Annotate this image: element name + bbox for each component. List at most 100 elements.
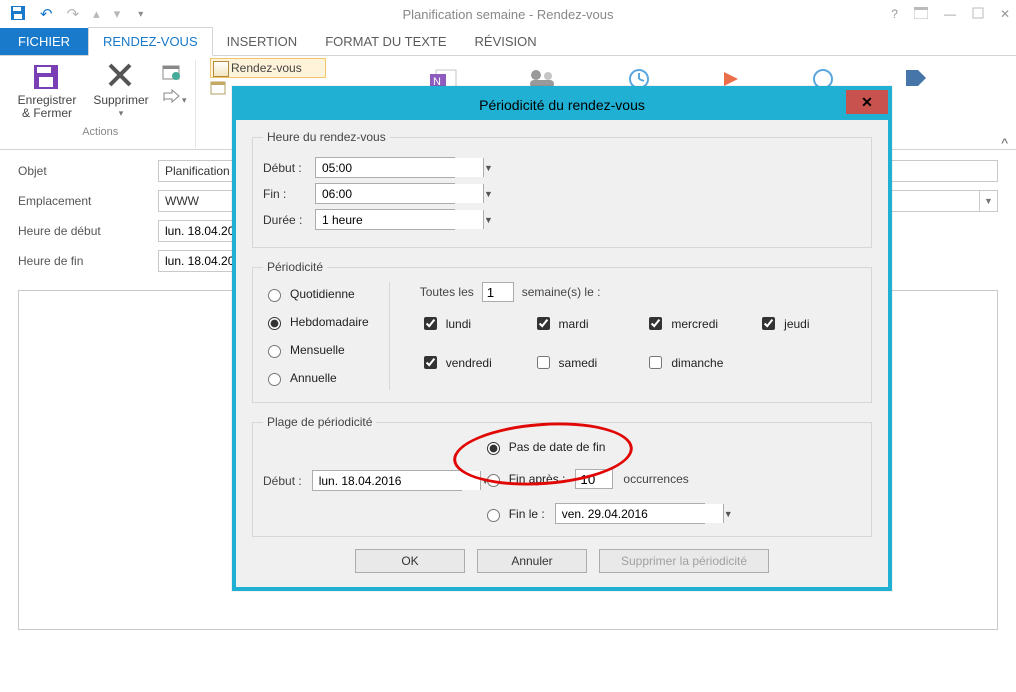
start-time-combo[interactable]: ▼	[315, 157, 455, 178]
ok-button[interactable]: OK	[355, 549, 465, 573]
pattern-legend: Périodicité	[263, 260, 327, 274]
location-label: Emplacement	[18, 194, 158, 208]
down-arrow-icon[interactable]: ▾	[114, 6, 121, 22]
cb-friday[interactable]: vendredi	[420, 353, 523, 372]
appointment-subtab[interactable]: Rendez-vous	[210, 58, 326, 78]
start-time-value[interactable]	[316, 158, 483, 177]
cb-thursday-label: jeudi	[784, 317, 809, 331]
subject-label: Objet	[18, 164, 158, 178]
occurrences-lbl: occurrences	[623, 472, 688, 486]
range-start-lbl: Début :	[263, 474, 302, 488]
cb-sunday-label: dimanche	[671, 356, 723, 370]
radio-daily[interactable]: Quotidienne	[263, 286, 369, 302]
help-icon[interactable]: ?	[891, 7, 898, 21]
radio-end-on-label: Fin le :	[509, 507, 545, 521]
remove-recurrence-button[interactable]: Supprimer la périodicité	[599, 549, 769, 573]
end-time-value[interactable]	[316, 184, 483, 203]
fieldset-time: Heure du rendez-vous Début : ▼ Fin : ▼ D…	[252, 130, 872, 248]
window-title: Planification semaine - Rendez-vous	[403, 7, 614, 22]
cb-tuesday-label: mardi	[559, 317, 589, 331]
cancel-button[interactable]: Annuler	[477, 549, 587, 573]
every-suffix: semaine(s) le :	[522, 285, 601, 299]
radio-no-end-label: Pas de date de fin	[509, 440, 606, 454]
tab-format[interactable]: FORMAT DU TEXTE	[311, 28, 460, 55]
dialog-titlebar: Périodicité du rendez-vous	[236, 90, 888, 120]
start-time-lbl: Début :	[263, 161, 315, 175]
save-icon[interactable]	[10, 5, 26, 24]
every-n-input[interactable]	[482, 282, 514, 302]
radio-daily-label: Quotidienne	[290, 287, 355, 301]
cb-friday-label: vendredi	[446, 356, 492, 370]
occurrences-input[interactable]	[575, 469, 613, 489]
radio-end-on[interactable]: Fin le :	[482, 506, 545, 522]
range-legend: Plage de périodicité	[263, 415, 376, 429]
recurrence-dialog: Périodicité du rendez-vous Heure du rend…	[232, 86, 892, 591]
fieldset-range: Plage de périodicité Début : ▼ Pas de da…	[252, 415, 872, 537]
up-arrow-icon[interactable]: ▴	[93, 6, 100, 22]
cb-monday-label: lundi	[446, 317, 471, 331]
delete-label: Supprimer	[93, 94, 148, 107]
radio-weekly-label: Hebdomadaire	[290, 315, 369, 329]
ribbon-tabs: FICHIER RENDEZ-VOUS INSERTION FORMAT DU …	[0, 28, 1016, 56]
ribbon-group-actions: Enregistrer & Fermer Supprimer ▾ ▾ Actio…	[6, 60, 196, 148]
duration-combo[interactable]: ▼	[315, 209, 455, 230]
duration-value[interactable]	[316, 210, 483, 229]
quick-access-toolbar: ↶ ↷ ▴ ▾ ▾	[6, 0, 143, 28]
undo-icon[interactable]: ↶	[40, 5, 53, 23]
radio-yearly[interactable]: Annuelle	[263, 370, 369, 386]
cb-monday[interactable]: lundi	[420, 314, 523, 333]
redo-icon[interactable]: ↷	[67, 5, 80, 23]
tab-rendezvous[interactable]: RENDEZ-VOUS	[88, 27, 213, 56]
title-bar: ↶ ↷ ▴ ▾ ▾ Planification semaine - Rendez…	[0, 0, 1016, 28]
ribbon-options-icon[interactable]	[914, 7, 928, 22]
cb-tuesday[interactable]: mardi	[533, 314, 636, 333]
chevron-down-icon[interactable]: ▼	[483, 158, 493, 177]
end-on-value[interactable]	[556, 504, 723, 523]
cb-wednesday[interactable]: mercredi	[645, 314, 748, 333]
every-prefix: Toutes les	[420, 285, 474, 299]
minimize-icon[interactable]: —	[944, 7, 956, 21]
end-time-label: Heure de fin	[18, 254, 158, 268]
cb-wednesday-label: mercredi	[671, 317, 718, 331]
qat-expand-icon[interactable]: ▾	[138, 9, 143, 20]
chevron-down-icon[interactable]: ▼	[483, 184, 493, 203]
chevron-down-icon[interactable]: ▼	[723, 504, 733, 523]
dialog-close-button[interactable]	[846, 90, 888, 114]
tab-insertion[interactable]: INSERTION	[213, 28, 312, 55]
start-time-label: Heure de début	[18, 224, 158, 238]
tab-file[interactable]: FICHIER	[0, 28, 88, 55]
save-close-button[interactable]: Enregistrer & Fermer	[14, 60, 80, 120]
save-close-icon	[31, 60, 63, 92]
group-actions-label: Actions	[82, 126, 118, 138]
cb-saturday-label: samedi	[559, 356, 598, 370]
radio-no-end[interactable]: Pas de date de fin	[482, 439, 606, 455]
cb-sunday[interactable]: dimanche	[645, 353, 748, 372]
window-close-icon[interactable]: ✕	[1000, 7, 1010, 21]
radio-end-after-label: Fin après :	[509, 472, 566, 486]
tab-revision[interactable]: RÉVISION	[461, 28, 551, 55]
scheduling-subtab-icon[interactable]	[210, 80, 228, 98]
delete-button[interactable]: Supprimer ▾	[88, 60, 154, 120]
radio-yearly-label: Annuelle	[290, 371, 337, 385]
time-legend: Heure du rendez-vous	[263, 130, 390, 144]
duration-lbl: Durée :	[263, 213, 315, 227]
radio-end-after[interactable]: Fin après :	[482, 471, 566, 487]
range-start-combo[interactable]: ▼	[312, 470, 462, 491]
forward-small-icon[interactable]: ▾	[162, 89, 187, 106]
range-start-value[interactable]	[313, 471, 480, 490]
save-close-label: Enregistrer & Fermer	[14, 94, 80, 120]
location-dropdown-icon[interactable]: ▼	[980, 190, 998, 212]
radio-monthly[interactable]: Mensuelle	[263, 342, 369, 358]
categorize-icon[interactable]	[904, 68, 928, 97]
collapse-ribbon-icon[interactable]: ^	[1001, 135, 1008, 151]
end-on-combo[interactable]: ▼	[555, 503, 705, 524]
radio-weekly[interactable]: Hebdomadaire	[263, 314, 369, 330]
chevron-down-icon[interactable]: ▼	[483, 210, 493, 229]
calendar-small-icon[interactable]	[162, 64, 187, 83]
dialog-title-label: Périodicité du rendez-vous	[479, 97, 645, 113]
end-time-combo[interactable]: ▼	[315, 183, 455, 204]
maximize-icon[interactable]	[972, 7, 984, 22]
end-time-lbl: Fin :	[263, 187, 315, 201]
cb-saturday[interactable]: samedi	[533, 353, 636, 372]
cb-thursday[interactable]: jeudi	[758, 314, 861, 333]
